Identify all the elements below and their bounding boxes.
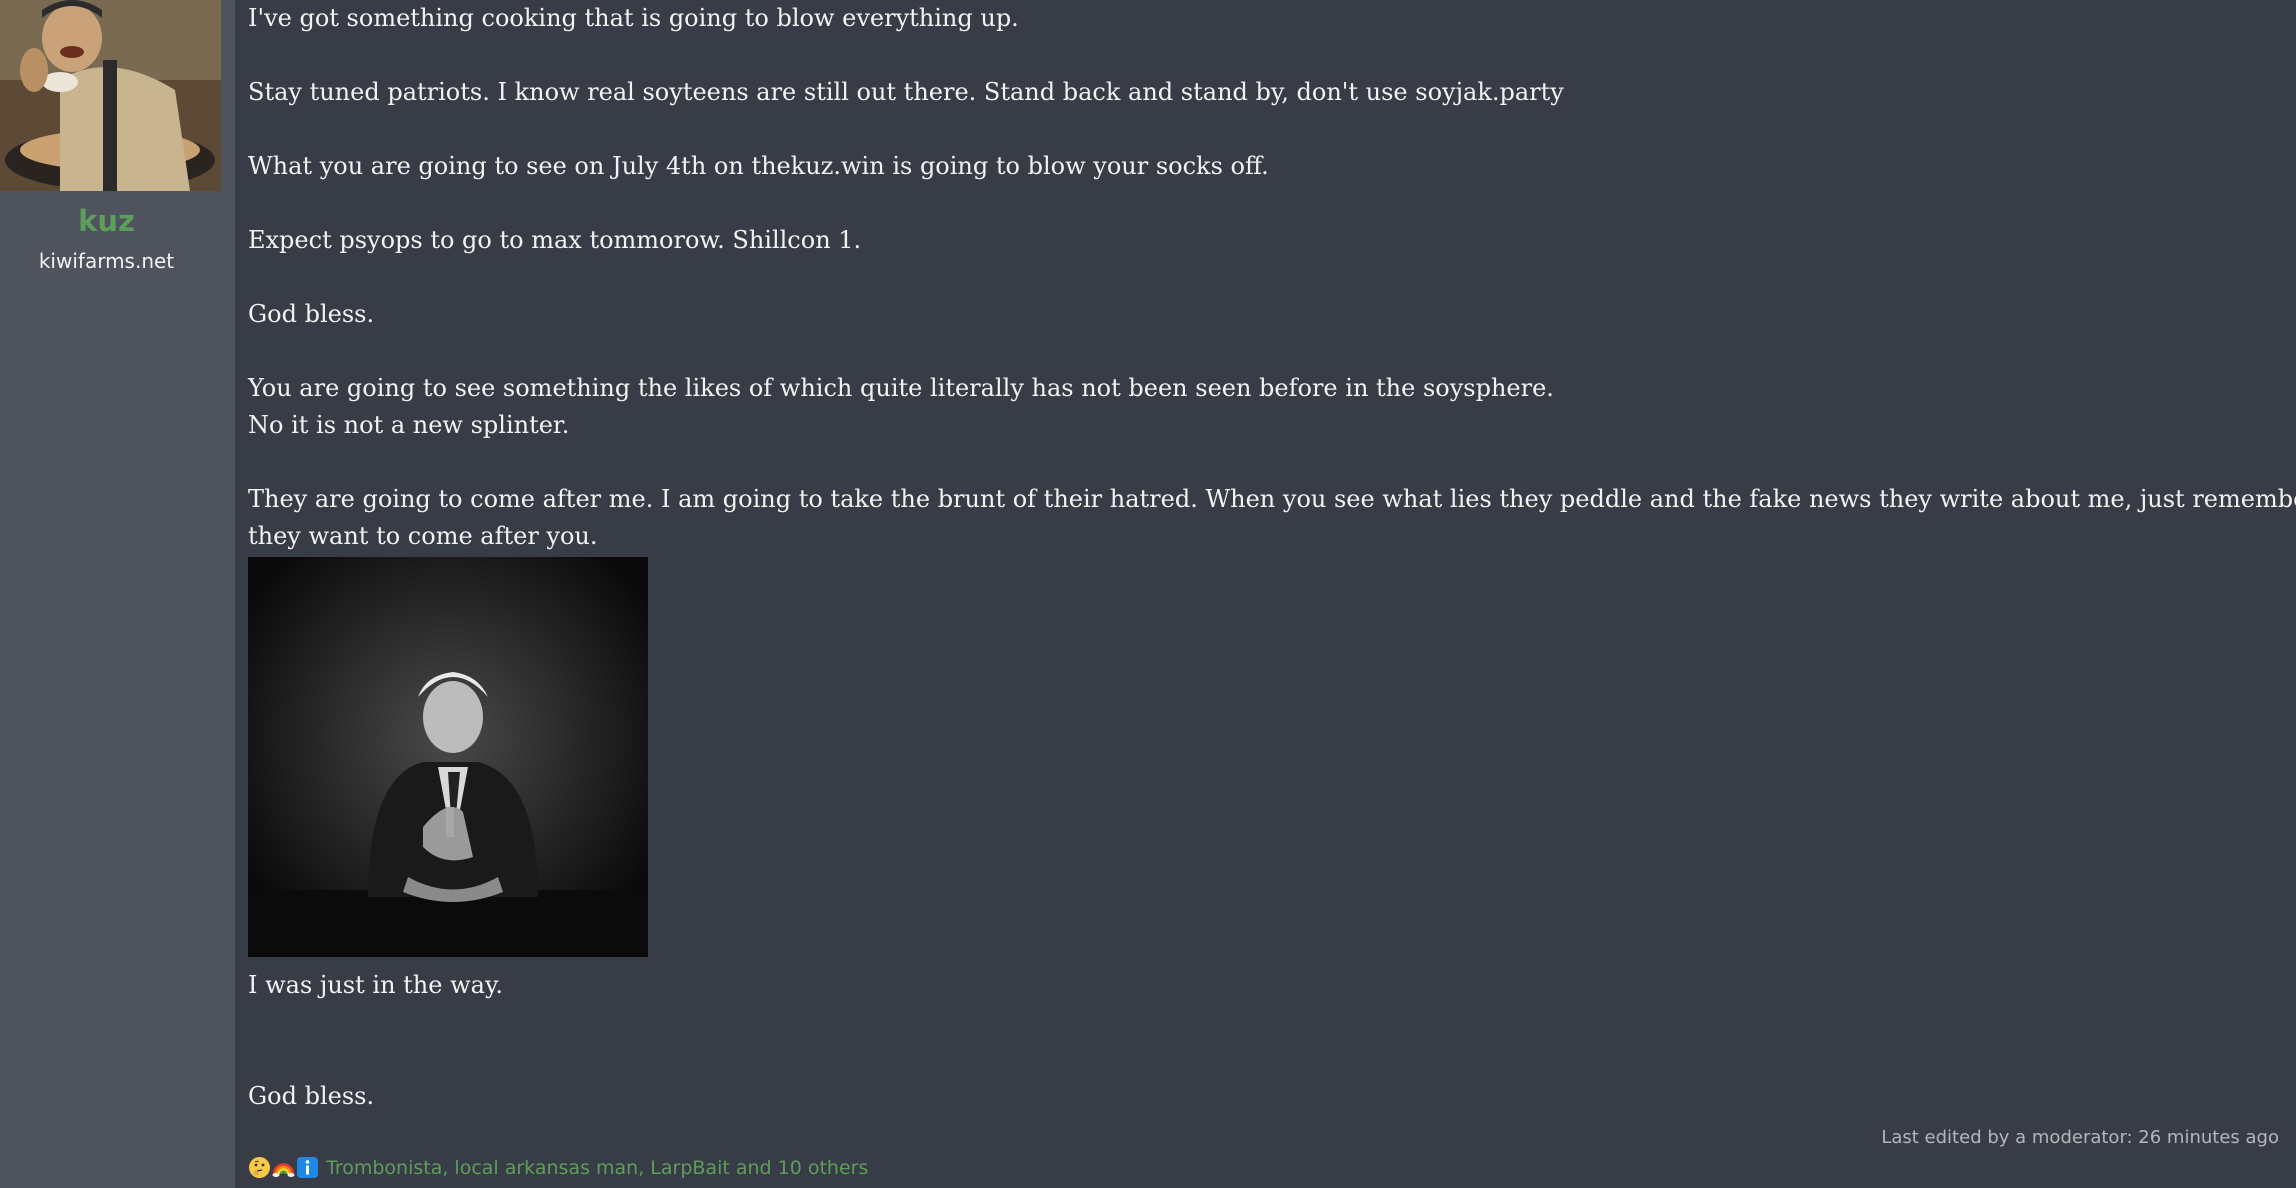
post-image-content <box>248 557 648 957</box>
post-line: What you are going to see on July 4th on… <box>248 152 1269 180</box>
avatar-image <box>0 0 221 191</box>
username[interactable]: kuz <box>0 204 213 238</box>
post-line: No it is not a new splinter. <box>248 411 570 439</box>
post-line: God bless. <box>248 300 375 328</box>
post-line: I was just in the way. <box>248 971 503 999</box>
edit-note: Last edited by a moderator: 26 minutes a… <box>1881 1127 2279 1148</box>
reaction-icons[interactable] <box>248 1156 320 1179</box>
post-line: they want to come after you. <box>248 522 598 550</box>
user-avatar[interactable] <box>0 0 221 191</box>
post-line: They are going to come after me. I am go… <box>248 485 2296 513</box>
user-sidebar: kuz kiwifarms.net <box>0 0 235 1188</box>
reactions-bar[interactable]: Trombonista, local arkansas man, LarpBai… <box>248 1156 868 1179</box>
reaction-users-link[interactable]: Trombonista, local arkansas man, LarpBai… <box>326 1157 868 1179</box>
post-line: Expect psyops to go to max tommorow. Shi… <box>248 226 862 254</box>
post-image[interactable] <box>248 557 648 957</box>
thinking-face-icon[interactable] <box>248 1156 271 1179</box>
post-line: You are going to see something the likes… <box>248 374 1554 402</box>
info-icon[interactable] <box>296 1156 319 1179</box>
post-line: I've got something cooking that is going… <box>248 4 1019 32</box>
user-title: kiwifarms.net <box>38 249 175 273</box>
post-line: God bless. <box>248 1082 375 1110</box>
rainbow-icon[interactable] <box>272 1156 295 1179</box>
post-line: Stay tuned patriots. I know real soyteen… <box>248 78 1564 106</box>
